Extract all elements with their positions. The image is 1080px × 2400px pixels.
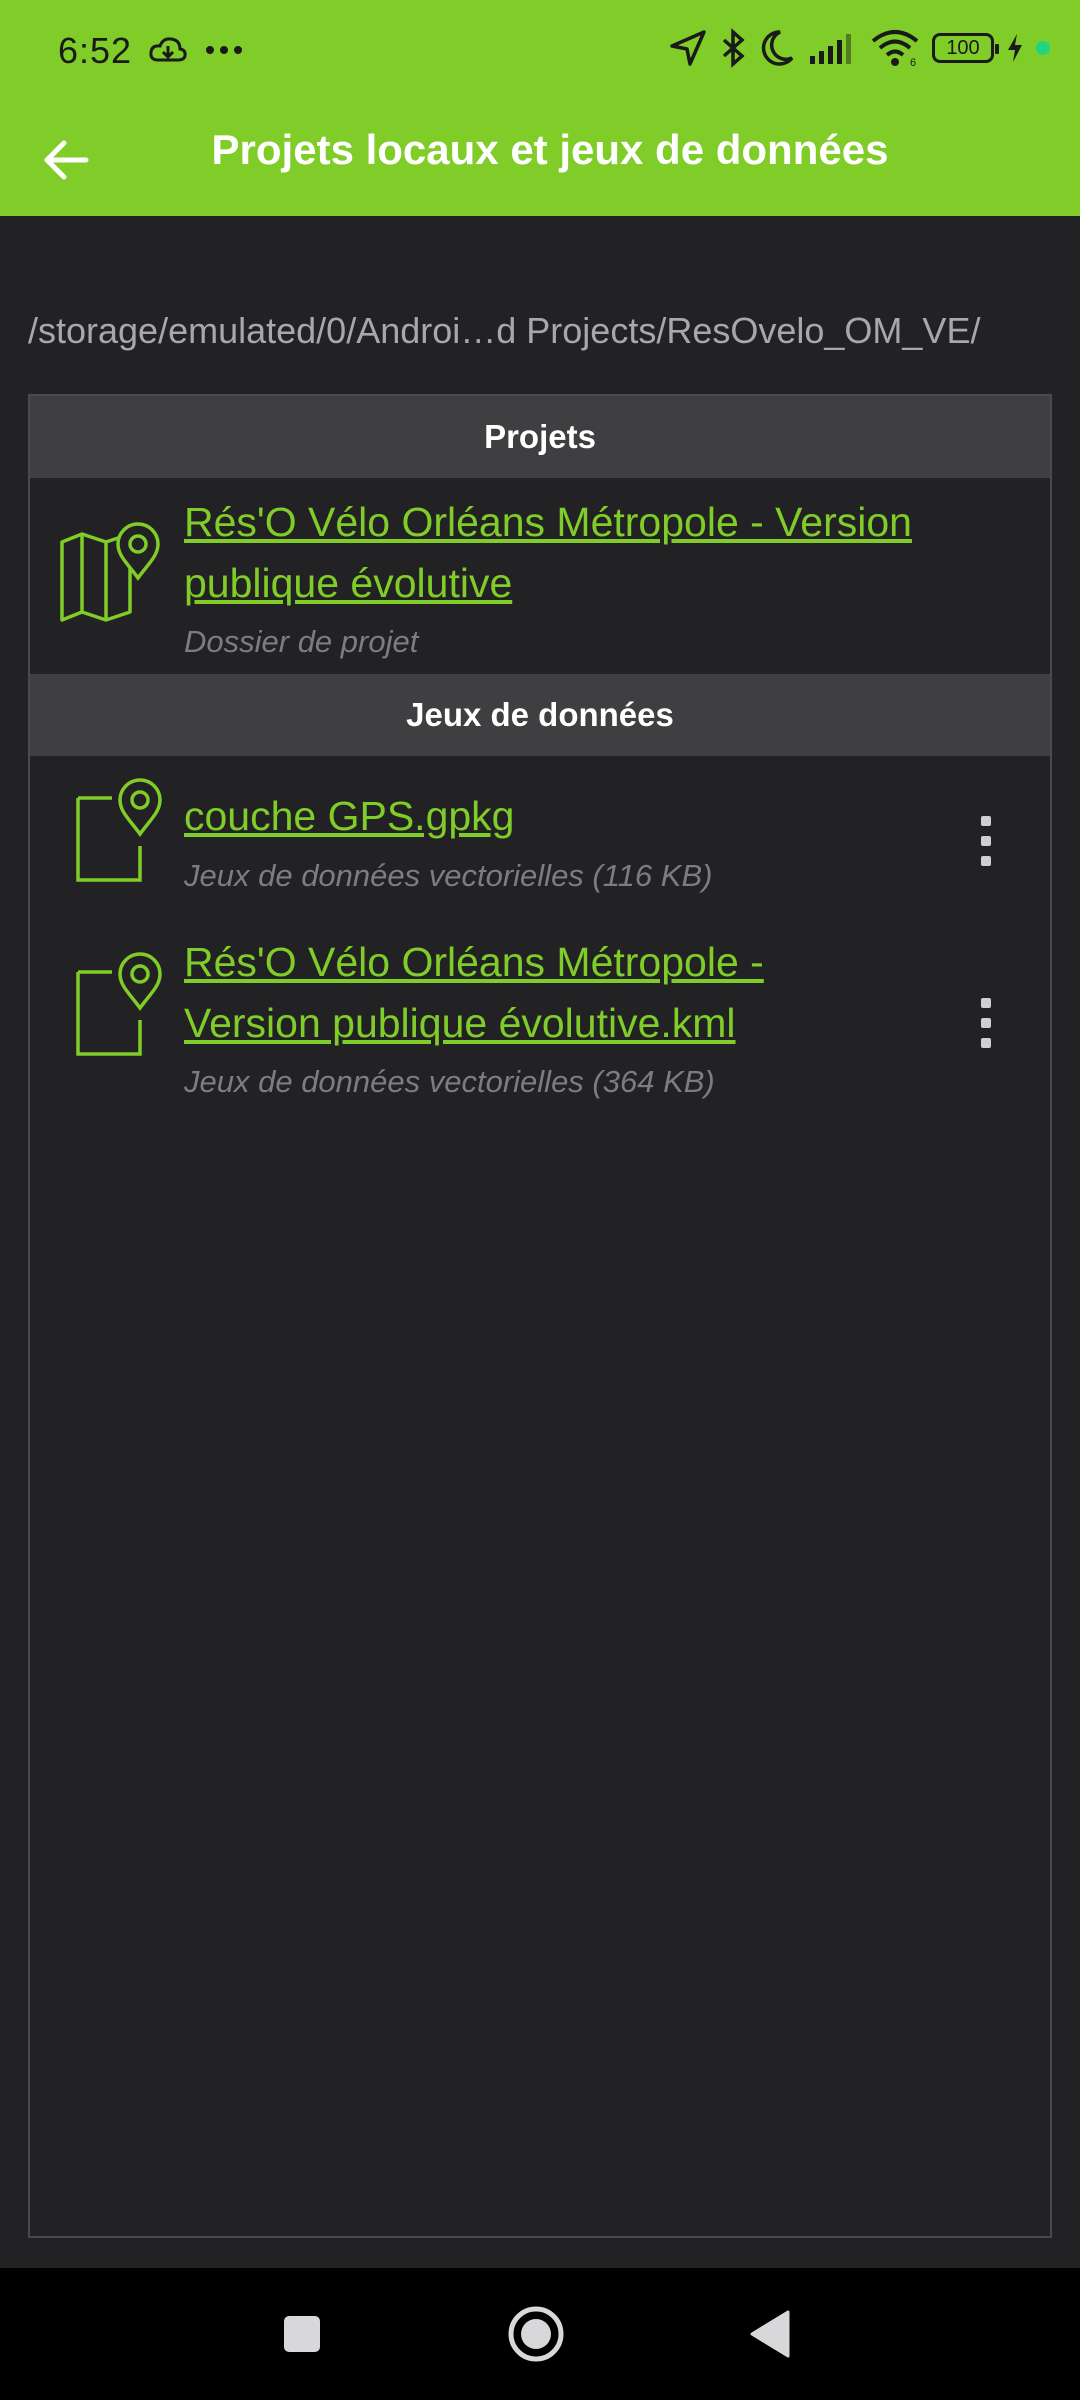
- current-path: /storage/emulated/0/Androi…d Projects/Re…: [28, 310, 981, 351]
- recent-apps-button[interactable]: [266, 2298, 338, 2370]
- dataset-subtitle: Jeux de données vectorielles (116 KB): [184, 858, 713, 893]
- more-options-button[interactable]: [966, 806, 1006, 876]
- map-folder-icon: [58, 516, 162, 627]
- triangle-back-icon: [750, 2310, 790, 2358]
- more-options-button[interactable]: [966, 988, 1006, 1058]
- overflow-menu-icon: [981, 998, 991, 1008]
- page-title: Projets locaux et jeux de données: [211, 126, 889, 173]
- section-header-datasets: Jeux de données: [30, 674, 1050, 756]
- status-time: 6:52: [58, 30, 133, 71]
- system-navigation-bar: [0, 2268, 1080, 2400]
- project-title[interactable]: Rés'O Vélo Orléans Métropole - Version p…: [184, 492, 912, 614]
- home-circle-icon: [508, 2306, 564, 2362]
- dataset-item[interactable]: Rés'O Vélo Orléans Métropole - Version p…: [30, 912, 1050, 1102]
- location-icon: [668, 28, 708, 68]
- cellular-signal-icon: [808, 30, 858, 66]
- bluetooth-icon: [720, 28, 748, 68]
- back-nav-button[interactable]: [734, 2298, 806, 2370]
- svg-text:6: 6: [910, 57, 916, 67]
- cloud-download-icon: [148, 34, 188, 66]
- home-button[interactable]: [500, 2298, 572, 2370]
- dataset-title[interactable]: Rés'O Vélo Orléans Métropole - Version p…: [184, 932, 764, 1054]
- file-list-panel: Projets Rés'O Vélo Orléans Métropole - V…: [28, 394, 1052, 2238]
- project-subtitle: Dossier de projet: [184, 624, 419, 659]
- square-icon: [284, 2316, 320, 2352]
- project-item[interactable]: Rés'O Vélo Orléans Métropole - Version p…: [30, 478, 1050, 674]
- dataset-title[interactable]: couche GPS.gpkg: [184, 786, 514, 847]
- wifi-icon: 6: [870, 29, 920, 67]
- do-not-disturb-moon-icon: [760, 28, 796, 68]
- privacy-indicator-dot: [1036, 41, 1050, 55]
- battery-indicator: 100: [932, 33, 999, 63]
- more-notifications-icon: [204, 45, 244, 55]
- vector-file-icon: [74, 952, 164, 1063]
- dataset-subtitle: Jeux de données vectorielles (364 KB): [184, 1064, 715, 1099]
- dataset-item[interactable]: couche GPS.gpkg Jeux de données vectorie…: [30, 756, 1050, 912]
- app-header: 6:52 6 100 Projets locaux et jeux de don…: [0, 0, 1080, 216]
- charging-bolt-icon: [1006, 32, 1024, 64]
- section-header-projects: Projets: [30, 396, 1050, 478]
- overflow-menu-icon: [981, 816, 991, 826]
- app-bar: Projets locaux et jeux de données: [0, 104, 1080, 216]
- status-bar: 6:52 6 100: [0, 0, 1080, 104]
- vector-file-icon: [74, 778, 164, 889]
